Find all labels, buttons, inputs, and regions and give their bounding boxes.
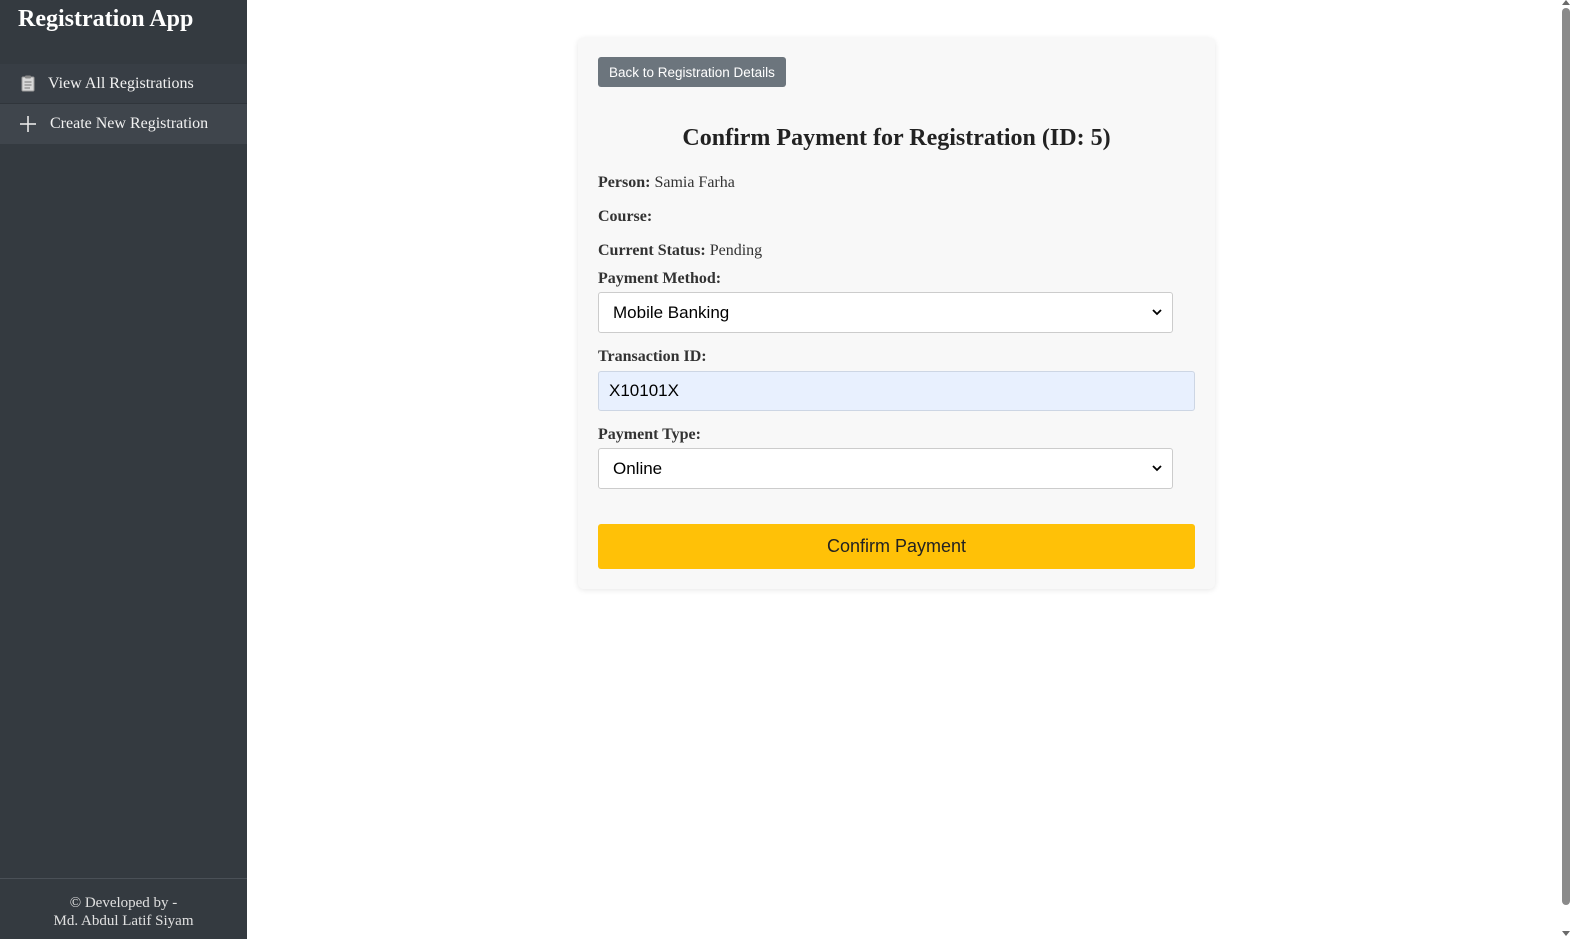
clipboard-icon bbox=[18, 74, 38, 94]
payment-card: Back to Registration Details Confirm Pay… bbox=[578, 38, 1215, 589]
status-info: Current Status: Pending bbox=[598, 242, 762, 260]
scroll-down-arrow-icon[interactable] bbox=[1562, 931, 1570, 936]
course-label: Course: bbox=[598, 208, 653, 225]
scrollbar-thumb[interactable] bbox=[1562, 8, 1570, 905]
person-info: Person: Samia Farha bbox=[598, 174, 735, 192]
sidebar-footer: © Developed by - Md. Abdul Latif Siyam bbox=[0, 878, 247, 939]
footer-credit: © Developed by - bbox=[69, 895, 178, 911]
page-title: Confirm Payment for Registration (ID: 5) bbox=[682, 125, 1111, 151]
status-value: Pending bbox=[709, 242, 763, 259]
sidebar-nav: View All Registrations Create New Regist… bbox=[0, 64, 247, 144]
transaction-id-label: Transaction ID: bbox=[598, 348, 707, 365]
chevron-down-icon bbox=[1152, 465, 1162, 472]
payment-method-label: Payment Method: bbox=[598, 270, 722, 287]
footer-author: Md. Abdul Latif Siyam bbox=[53, 913, 194, 929]
person-label: Person: bbox=[598, 174, 651, 191]
status-label: Current Status: bbox=[598, 242, 706, 259]
person-value: Samia Farha bbox=[654, 174, 735, 191]
page-scrollbar[interactable] bbox=[1556, 0, 1576, 939]
plus-icon bbox=[18, 114, 38, 134]
back-to-registration-details-button[interactable]: Back to Registration Details bbox=[598, 57, 786, 87]
payment-method-select[interactable]: Mobile Banking bbox=[598, 292, 1173, 333]
payment-type-label: Payment Type: bbox=[598, 426, 701, 443]
sidebar-item-view-all-registrations[interactable]: View All Registrations bbox=[0, 64, 247, 104]
course-info: Course: bbox=[598, 208, 652, 226]
payment-type-select[interactable]: Online bbox=[598, 448, 1173, 489]
payment-method-value: Mobile Banking bbox=[613, 302, 730, 322]
payment-type-value: Online bbox=[613, 458, 663, 478]
sidebar-item-create-new-registration[interactable]: Create New Registration bbox=[0, 104, 247, 144]
sidebar-item-label: Create New Registration bbox=[50, 115, 209, 132]
confirm-payment-button[interactable]: Confirm Payment bbox=[598, 524, 1195, 569]
transaction-id-input[interactable] bbox=[598, 371, 1195, 411]
sidebar-item-label: View All Registrations bbox=[48, 74, 194, 92]
sidebar: Registration App View All Registrations bbox=[0, 0, 247, 939]
app-title: Registration App bbox=[18, 6, 194, 32]
chevron-down-icon bbox=[1152, 309, 1162, 316]
scroll-up-arrow-icon[interactable] bbox=[1562, 0, 1570, 5]
